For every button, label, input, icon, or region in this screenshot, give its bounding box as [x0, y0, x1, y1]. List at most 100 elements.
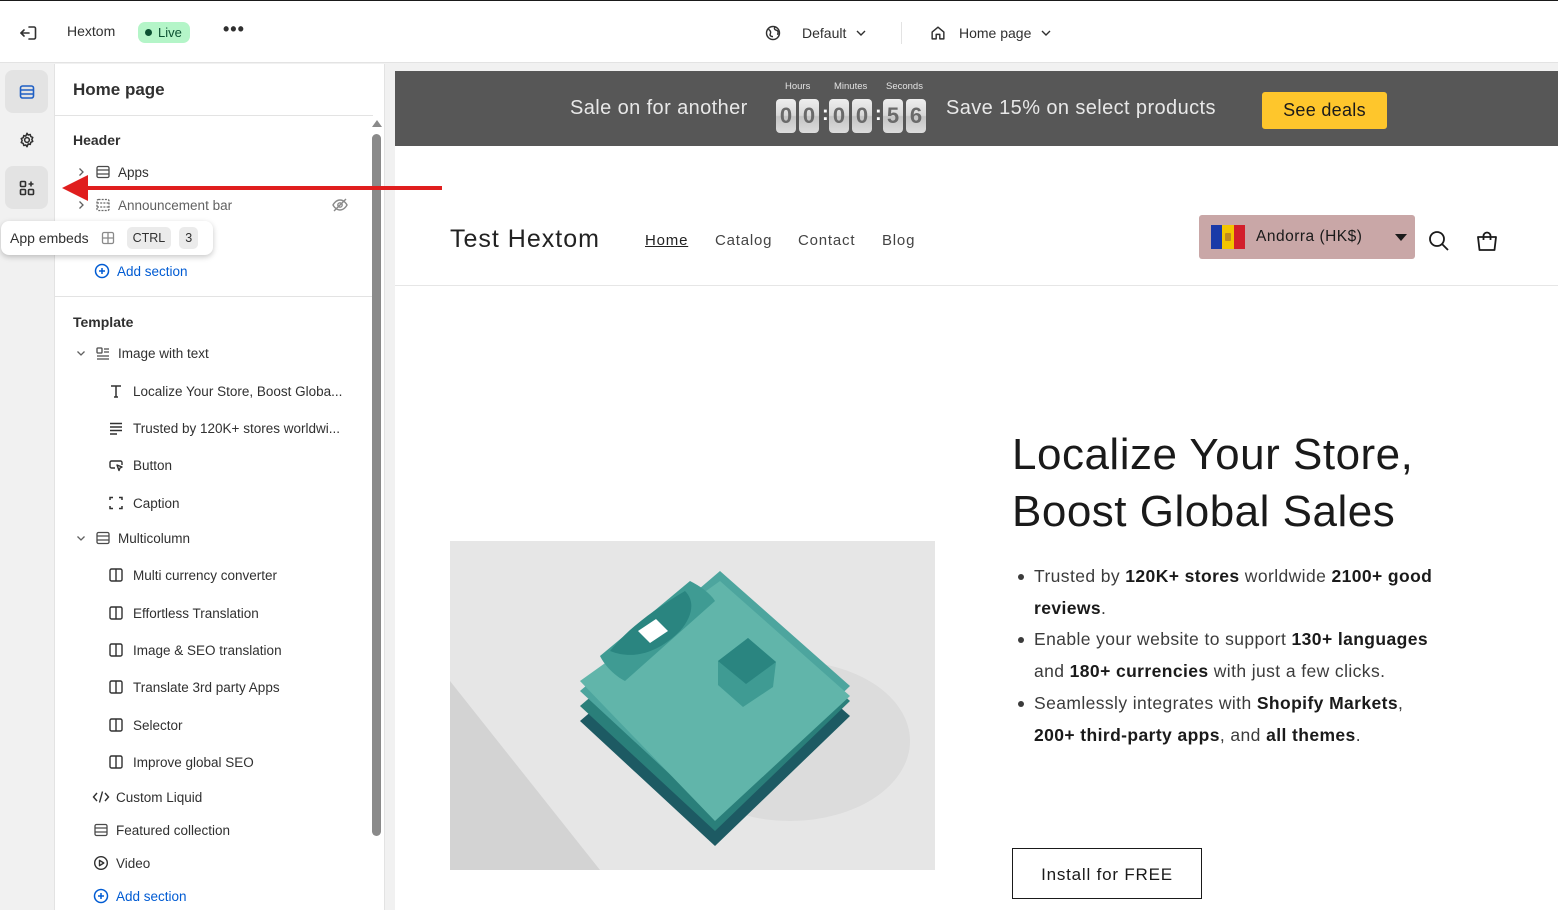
nav-link-contact[interactable]: Contact [798, 232, 855, 249]
countdown-lead-text: Sale on for another [570, 97, 748, 119]
image-text-icon [94, 344, 112, 362]
more-actions-button[interactable]: ••• [223, 20, 245, 43]
home-icon [931, 26, 945, 40]
announcement-bar: Sale on for another Hours Minutes Second… [395, 71, 1558, 146]
chevron-down-icon[interactable] [74, 533, 88, 543]
chevron-down-icon[interactable] [74, 348, 88, 358]
section-item-multicolumn[interactable]: Multicolumn [55, 523, 365, 553]
section-item-image-with-text[interactable]: Image with text [55, 338, 365, 368]
nav-link-catalog[interactable]: Catalog [715, 232, 772, 249]
list-item: Trusted by 120K+ stores worldwide 2100+ … [1018, 561, 1444, 624]
theme-selector[interactable]: Default [764, 21, 868, 45]
block-item-column[interactable]: Image & SEO translation [55, 635, 365, 665]
heading-icon [107, 382, 125, 400]
caret-down-icon [1395, 234, 1407, 241]
layout-icon [97, 227, 119, 249]
countdown-digit: 5 [883, 99, 903, 133]
block-label: Effortless Translation [133, 605, 259, 621]
nav-link-blog[interactable]: Blog [882, 232, 915, 249]
text-icon [107, 419, 125, 437]
app-embeds-rail-button[interactable] [5, 166, 48, 209]
panel-scrollbar[interactable] [372, 134, 381, 836]
block-label: Improve global SEO [133, 754, 254, 770]
hero-heading-line: Boost Global Sales [1012, 487, 1396, 536]
add-section-template-button[interactable]: Add section [55, 881, 365, 910]
countdown-colon: : [875, 103, 882, 125]
seconds-label: Seconds [886, 81, 923, 92]
app-embeds-icon [19, 180, 34, 195]
search-icon[interactable] [1426, 228, 1452, 254]
hero-heading-line: Localize Your Store, [1012, 430, 1414, 479]
promo-text: Save 15% on select products [946, 97, 1216, 119]
countdown-digit: 0 [829, 99, 849, 133]
section-label: Multicolumn [118, 530, 191, 546]
countdown-digit: 0 [776, 99, 796, 133]
shortcut-key-3: 3 [179, 227, 199, 249]
countdown-colon: : [822, 103, 829, 125]
column-icon [107, 753, 125, 771]
countdown-digit: 6 [906, 99, 926, 133]
scroll-up-arrow[interactable] [372, 120, 382, 127]
page-label: Home page [959, 25, 1032, 41]
header-group-title: Header [73, 132, 121, 148]
currency-label: Andorra (HK$) [1256, 228, 1363, 245]
countdown-digit: 0 [852, 99, 872, 133]
plus-circle-icon [93, 262, 111, 280]
section-item-video[interactable]: Video [55, 848, 365, 878]
cart-icon[interactable] [1474, 228, 1500, 254]
sections-rail-button[interactable] [5, 70, 48, 113]
section-item-custom-liquid[interactable]: Custom Liquid [55, 782, 365, 812]
block-item-column[interactable]: Multi currency converter [55, 560, 365, 590]
install-button[interactable]: Install for FREE [1012, 848, 1202, 899]
add-section-header-button[interactable]: Add section [55, 256, 365, 286]
shortcut-key-ctrl: CTRL [126, 227, 172, 249]
exit-icon[interactable] [16, 21, 40, 45]
theme-settings-rail-button[interactable] [5, 118, 48, 161]
see-deals-button[interactable]: See deals [1262, 92, 1387, 129]
caption-icon [107, 494, 125, 512]
hero-heading: Localize Your Store, Boost Global Sales [1012, 426, 1512, 540]
block-label: Localize Your Store, Boost Globa... [133, 383, 343, 399]
topbar-divider [901, 22, 902, 44]
block-label: Translate 3rd party Apps [133, 679, 280, 695]
page-selector[interactable]: Home page [929, 21, 1053, 45]
list-item: Seamlessly integrates with Shopify Marke… [1018, 688, 1444, 751]
sections-icon [19, 84, 34, 99]
currency-selector[interactable]: Andorra (HK$) [1199, 215, 1415, 259]
plus-circle-icon [92, 887, 110, 905]
annotation-arrow [62, 175, 442, 201]
nav-link-home[interactable]: Home [645, 232, 688, 249]
hero-image [450, 541, 935, 870]
store-header: Test Hextom Home Catalog Contact Blog An… [395, 146, 1558, 286]
block-item-column[interactable]: Selector [55, 710, 365, 740]
store-name: Hextom [67, 23, 116, 39]
section-label: Image with text [118, 345, 209, 361]
app-embeds-tooltip: App embeds CTRL 3 [1, 221, 213, 255]
section-label: Video [116, 855, 151, 871]
block-item-text[interactable]: Trusted by 120K+ stores worldwi... [55, 413, 365, 443]
block-label: Multi currency converter [133, 567, 278, 583]
block-item-caption[interactable]: Caption [55, 488, 365, 518]
panel-title: Home page [73, 80, 165, 99]
globe-icon [765, 25, 781, 41]
play-icon [92, 854, 110, 872]
column-icon [107, 604, 125, 622]
block-label: Image & SEO translation [133, 642, 282, 658]
block-item-heading[interactable]: Localize Your Store, Boost Globa... [55, 376, 365, 406]
hero-bullet-list: Trusted by 120K+ stores worldwide 2100+ … [1018, 561, 1444, 751]
chevron-down-icon [1041, 30, 1051, 36]
block-item-column[interactable]: Improve global SEO [55, 747, 365, 777]
editor-rail [0, 64, 55, 910]
column-icon [107, 716, 125, 734]
block-item-button[interactable]: Button [55, 450, 365, 480]
block-item-column[interactable]: Effortless Translation [55, 598, 365, 628]
countdown-digit: 0 [799, 99, 819, 133]
code-icon [92, 788, 110, 806]
section-item-featured-collection[interactable]: Featured collection [55, 815, 365, 845]
list-item: Enable your website to support 130+ lang… [1018, 624, 1444, 687]
add-section-label: Add section [116, 888, 187, 904]
panel-divider [55, 296, 373, 297]
block-item-column[interactable]: Translate 3rd party Apps [55, 672, 365, 702]
store-logo-text[interactable]: Test Hextom [450, 225, 600, 254]
tooltip-label: App embeds [10, 230, 89, 246]
